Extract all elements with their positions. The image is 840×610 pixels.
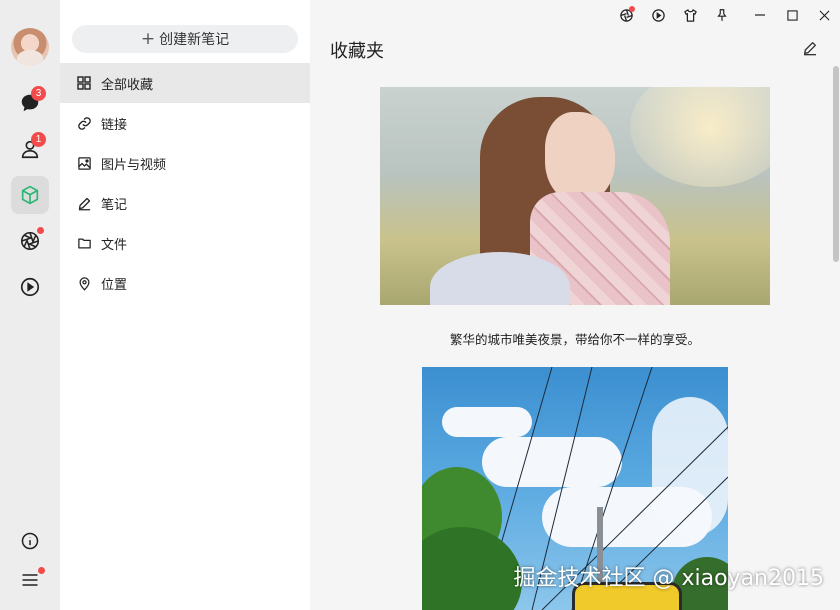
- cube-icon: [21, 185, 39, 205]
- rail-favorites-button[interactable]: [11, 176, 49, 214]
- image-face: [545, 112, 615, 202]
- window-controls: [610, 0, 840, 30]
- chat-unread-badge: 3: [31, 86, 46, 101]
- favorite-image-girl-scarf[interactable]: [380, 87, 770, 305]
- toolbar-dot: [629, 6, 635, 12]
- category-label: 笔记: [101, 197, 128, 213]
- category-notes[interactable]: 笔记: [60, 183, 310, 223]
- menu-dot: [38, 567, 45, 574]
- moments-dot: [37, 227, 44, 234]
- watermark: 掘金技术社区 @ xiaoyan2015: [513, 566, 825, 591]
- image-sunlight: [630, 87, 770, 187]
- minimize-button[interactable]: [744, 0, 776, 30]
- play-circle-icon: [20, 277, 40, 297]
- play-circle-icon: [651, 8, 665, 22]
- location-pin-icon: [76, 275, 92, 291]
- moments-toolbar-button[interactable]: [610, 0, 642, 30]
- create-note-button[interactable]: + 创建新笔记: [72, 25, 298, 53]
- plus-icon: +: [140, 29, 156, 49]
- skin-button[interactable]: [674, 0, 706, 30]
- rail-info-button[interactable]: [11, 522, 49, 560]
- category-label: 文件: [101, 237, 128, 253]
- page-title: 收藏夹: [330, 41, 384, 62]
- category-label: 图片与视频: [101, 157, 167, 173]
- rail-video-button[interactable]: [11, 268, 49, 306]
- link-icon: [76, 115, 92, 131]
- category-files[interactable]: 文件: [60, 223, 310, 263]
- left-rail: 3 1: [0, 0, 60, 610]
- grid-icon: [76, 75, 92, 91]
- close-button[interactable]: [808, 0, 840, 30]
- category-links[interactable]: 链接: [60, 103, 310, 143]
- pin-icon: [717, 9, 727, 21]
- shirt-icon: [683, 8, 697, 22]
- rail-chat-button[interactable]: 3: [11, 84, 49, 122]
- image-icon: [76, 155, 92, 171]
- favorites-main: 收藏夹 繁华的城市唯美夜景，带给你不一样的享受。 掘金技术社区 @ xiaoya…: [310, 0, 840, 610]
- rail-menu-button[interactable]: [11, 561, 49, 599]
- avatar[interactable]: [11, 28, 49, 66]
- scrollbar-thumb[interactable]: [833, 66, 839, 262]
- category-all-favorites[interactable]: 全部收藏: [60, 63, 310, 103]
- folder-icon: [76, 235, 92, 251]
- pen-icon: [76, 195, 92, 211]
- minimize-icon: [755, 14, 765, 16]
- category-label: 位置: [101, 277, 128, 293]
- pen-icon: [804, 42, 816, 56]
- rail-moments-button[interactable]: [11, 222, 49, 260]
- rail-contacts-button[interactable]: 1: [11, 130, 49, 168]
- contacts-badge: 1: [31, 132, 46, 147]
- category-images-videos[interactable]: 图片与视频: [60, 143, 310, 183]
- edit-button[interactable]: [802, 40, 820, 58]
- close-icon: [819, 10, 829, 20]
- favorite-text-item[interactable]: 繁华的城市唯美夜景，带给你不一样的享受。: [310, 329, 840, 348]
- category-locations[interactable]: 位置: [60, 263, 310, 303]
- category-label: 链接: [101, 117, 128, 133]
- maximize-button[interactable]: [776, 0, 808, 30]
- category-panel: + 创建新笔记 全部收藏 链接 图片与视频 笔记 文件 位置: [60, 0, 310, 610]
- info-icon: [21, 532, 39, 550]
- category-label: 全部收藏: [101, 77, 154, 93]
- create-note-label: 创建新笔记: [159, 32, 230, 48]
- pin-window-button[interactable]: [706, 0, 738, 30]
- maximize-icon: [786, 9, 798, 21]
- video-toolbar-button[interactable]: [642, 0, 674, 30]
- menu-icon: [22, 574, 38, 586]
